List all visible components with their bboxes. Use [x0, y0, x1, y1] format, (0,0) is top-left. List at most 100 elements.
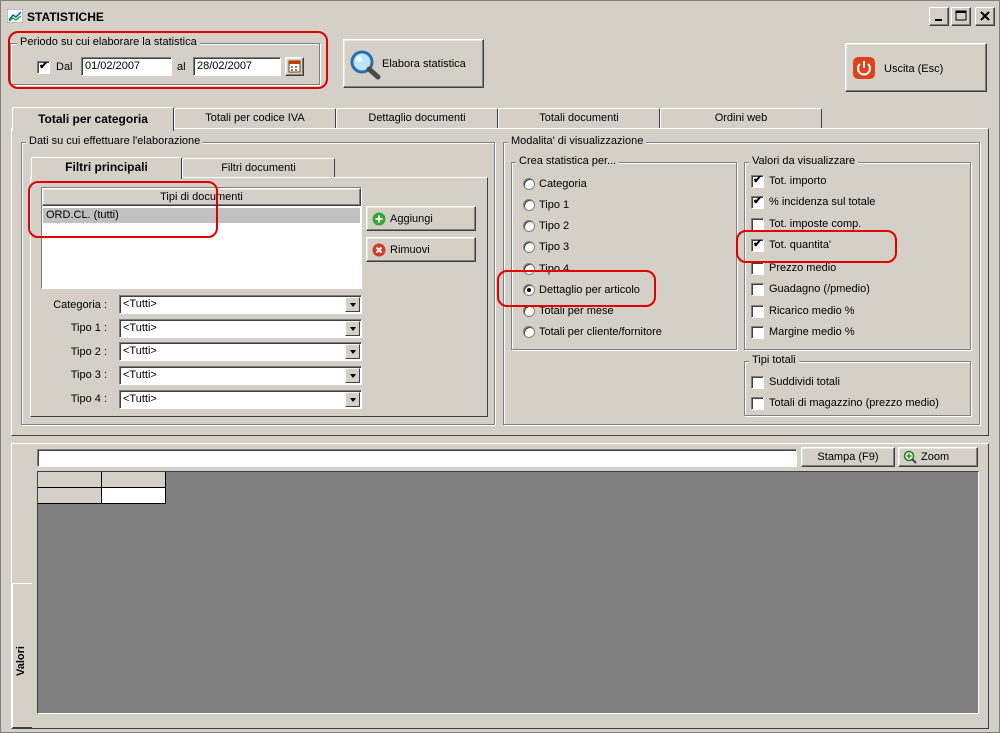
tipi-totali-label: Tipi totali	[749, 354, 799, 366]
view-group-label: Modalita' di visualizzazione	[508, 135, 647, 147]
maximize-button[interactable]	[951, 7, 971, 26]
filter-tipo3-select[interactable]: <Tutti>	[119, 366, 362, 385]
grid-corner-cell	[38, 472, 102, 488]
minimize-button[interactable]	[929, 7, 949, 26]
chevron-down-icon	[345, 321, 360, 336]
filter-categoria-value: <Tutti>	[123, 298, 157, 310]
highlight-doc-types	[28, 181, 218, 238]
stampa-button[interactable]: Stampa (F9)	[801, 447, 895, 467]
tab-totali-per-categoria[interactable]: Totali per categoria	[12, 107, 174, 131]
tab-ordini-web[interactable]: Ordini web	[660, 108, 822, 128]
check-incidenza[interactable]: ✔	[751, 195, 764, 209]
valori-group-label: Valori da visualizzare	[749, 155, 859, 167]
close-icon	[976, 8, 994, 25]
remove-icon	[372, 243, 386, 257]
check-incidenza-label: % incidenza sul totale	[769, 196, 876, 208]
radio-totali-per-cliente[interactable]	[523, 326, 535, 338]
radio-categoria-label: Categoria	[539, 178, 587, 190]
highlight-dettaglio-per-articolo	[497, 270, 656, 307]
chevron-down-icon	[345, 297, 360, 312]
subtab-filtri-principali[interactable]: Filtri principali	[31, 157, 182, 179]
title-bar: STATISTICHE	[1, 1, 999, 31]
check-margine-medio[interactable]	[751, 326, 764, 339]
filter-tipo2-label: Tipo 2 :	[70, 346, 107, 358]
results-grid[interactable]	[37, 471, 979, 714]
tab-totali-documenti[interactable]: Totali documenti	[498, 108, 660, 128]
maximize-icon	[952, 8, 970, 25]
filter-tipo1-label: Tipo 1 :	[70, 322, 107, 334]
check-totali-magazzino-label: Totali di magazzino (prezzo medio)	[769, 397, 939, 409]
zoom-in-icon	[903, 450, 917, 464]
filter-tipo2-select[interactable]: <Tutti>	[119, 342, 362, 361]
statistiche-window: STATISTICHE Periodo su cui elaborare la …	[0, 0, 1000, 733]
uscita-label: Uscita (Esc)	[884, 63, 944, 75]
grid-column-header[interactable]	[102, 472, 166, 488]
radio-totali-per-cliente-label: Totali per cliente/fornitore	[539, 326, 662, 338]
subtab-filtri-documenti[interactable]: Filtri documenti	[182, 158, 335, 178]
results-search-input[interactable]	[37, 449, 797, 467]
filter-tipo3-label: Tipo 3 :	[70, 369, 107, 381]
check-suddividi-totali-label: Suddividi totali	[769, 376, 840, 388]
tab-totali-per-codice-iva[interactable]: Totali per codice IVA	[174, 108, 336, 128]
check-margine-medio-label: Margine medio %	[769, 326, 855, 338]
rimuovi-button[interactable]: Rimuovi	[366, 237, 476, 262]
aggiungi-button[interactable]: Aggiungi	[366, 206, 476, 231]
grid-cell[interactable]	[102, 488, 166, 504]
check-ricarico-medio-label: Ricarico medio %	[769, 305, 855, 317]
crea-statistica-group: Crea statistica per...	[511, 155, 737, 350]
check-prezzo-medio-label: Prezzo medio	[769, 262, 837, 274]
filter-tipo1-value: <Tutti>	[123, 322, 157, 334]
highlight-period	[8, 31, 328, 89]
radio-tipo3-label: Tipo 3	[539, 241, 570, 253]
crea-statistica-label: Crea statistica per...	[516, 155, 620, 167]
filter-tipo4-select[interactable]: <Tutti>	[119, 390, 362, 409]
check-ricarico-medio[interactable]	[751, 305, 764, 318]
window-title: STATISTICHE	[27, 10, 104, 24]
filter-categoria-label: Categoria :	[53, 299, 107, 311]
highlight-tot-quantita	[736, 230, 897, 263]
check-guadagno[interactable]	[751, 283, 764, 296]
add-icon	[372, 212, 386, 226]
check-suddividi-totali[interactable]	[751, 376, 764, 389]
filter-categoria-select[interactable]: <Tutti>	[119, 295, 362, 314]
close-window-button[interactable]	[975, 7, 995, 26]
radio-tipo3[interactable]	[523, 241, 535, 253]
chevron-down-icon	[345, 392, 360, 407]
zoom-button[interactable]: Zoom	[898, 447, 978, 467]
check-tot-importo[interactable]: ✔	[751, 174, 764, 188]
check-tot-importo-label: Tot. importo	[769, 175, 827, 187]
side-tab-valori-label: Valori	[15, 646, 27, 676]
filter-tipo3-value: <Tutti>	[123, 369, 157, 381]
chevron-down-icon	[345, 368, 360, 383]
minimize-icon	[930, 8, 948, 25]
magnifier-icon	[350, 50, 381, 80]
radio-tipo1-label: Tipo 1	[539, 199, 570, 211]
elabora-statistica-button[interactable]: Elabora statistica	[343, 39, 484, 88]
filter-tipo4-value: <Tutti>	[123, 393, 157, 405]
power-icon	[853, 57, 875, 79]
aggiungi-label: Aggiungi	[390, 213, 433, 225]
radio-tipo1[interactable]	[523, 199, 535, 211]
tab-dettaglio-documenti[interactable]: Dettaglio documenti	[336, 108, 498, 128]
check-guadagno-label: Guadagno (/pmedio)	[769, 283, 870, 295]
filter-tipo4-label: Tipo 4 :	[70, 393, 107, 405]
radio-tipo2-label: Tipo 2	[539, 220, 570, 232]
check-icon: ✔	[753, 195, 763, 207]
chevron-down-icon	[345, 344, 360, 359]
check-tot-imposte-label: Tot. imposte comp.	[769, 218, 862, 230]
rimuovi-label: Rimuovi	[390, 244, 430, 256]
zoom-label: Zoom	[921, 451, 950, 463]
filter-tipo2-value: <Tutti>	[123, 345, 157, 357]
grid-row-header[interactable]	[38, 488, 102, 504]
elabora-statistica-label: Elabora statistica	[382, 58, 466, 70]
side-tab-valori[interactable]: Valori	[12, 583, 32, 728]
uscita-button[interactable]: Uscita (Esc)	[845, 43, 987, 92]
data-group-label: Dati su cui effettuare l'elaborazione	[26, 135, 204, 147]
radio-tipo2[interactable]	[523, 220, 535, 232]
chart-app-icon	[7, 9, 23, 23]
filter-tipo1-select[interactable]: <Tutti>	[119, 319, 362, 338]
check-totali-magazzino[interactable]	[751, 397, 764, 410]
check-icon: ✔	[753, 174, 763, 186]
check-prezzo-medio[interactable]	[751, 262, 764, 275]
radio-categoria[interactable]	[523, 178, 535, 190]
